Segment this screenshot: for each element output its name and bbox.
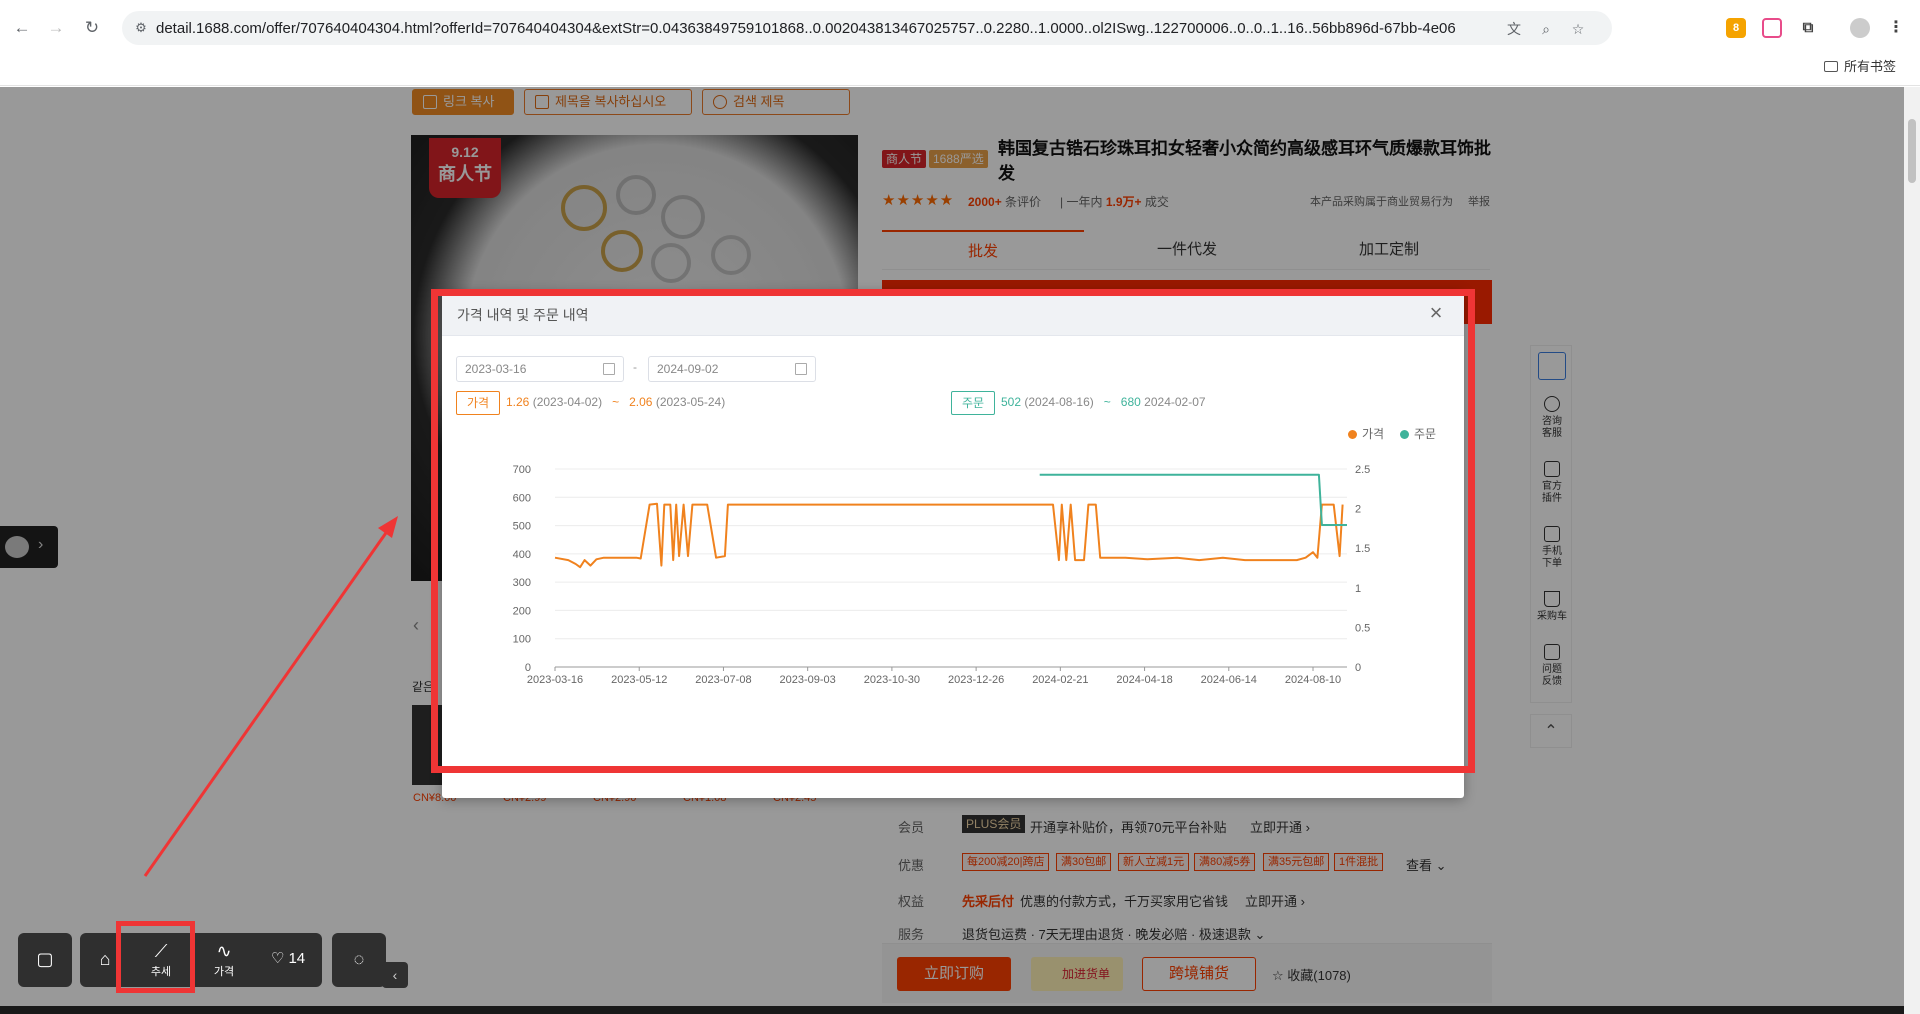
- favorite-count-button[interactable]: ♡ 14: [258, 933, 318, 987]
- zoom-icon[interactable]: ⌕: [1536, 19, 1556, 39]
- dock-chat[interactable]: ◌: [332, 933, 386, 987]
- profile-avatar[interactable]: [1850, 18, 1870, 38]
- highlight-box-modal: [431, 289, 1475, 773]
- heart-icon: ♡: [270, 950, 285, 967]
- dock-bag[interactable]: ▢: [18, 933, 72, 987]
- highlight-box-trend: [116, 921, 195, 993]
- dock-collapse-icon[interactable]: ‹: [382, 962, 408, 988]
- bookmark-star-icon[interactable]: ☆: [1568, 19, 1588, 39]
- reload-icon[interactable]: ↻: [80, 16, 104, 40]
- chat-bubble-icon: ◌: [353, 949, 365, 969]
- extension-badge-icon[interactable]: 8: [1726, 18, 1746, 38]
- price-wave-icon: ∿: [216, 941, 232, 961]
- translate-icon[interactable]: 文: [1504, 19, 1524, 39]
- menu-dots-icon[interactable]: ⋮: [1886, 18, 1906, 38]
- address-bar[interactable]: ⚙ detail.1688.com/offer/707640404304.htm…: [122, 11, 1612, 45]
- scrollbar[interactable]: [1904, 87, 1920, 1014]
- back-icon[interactable]: ←: [10, 16, 34, 40]
- price-button[interactable]: ∿ 가격: [196, 933, 252, 987]
- bag-icon: ▢: [36, 949, 54, 969]
- url-text[interactable]: detail.1688.com/offer/707640404304.html?…: [156, 20, 1456, 38]
- browser-chrome: ← → ↻ ⚙ detail.1688.com/offer/7076404043…: [0, 0, 1920, 86]
- forward-icon[interactable]: →: [44, 16, 68, 40]
- folder-icon: [1823, 61, 1838, 72]
- extension-pink-icon[interactable]: [1762, 18, 1782, 38]
- all-bookmarks[interactable]: 所有书签: [1823, 56, 1896, 75]
- extensions-puzzle-icon[interactable]: ⧉: [1798, 18, 1818, 38]
- scrollbar-thumb[interactable]: [1908, 119, 1916, 183]
- site-settings-icon[interactable]: ⚙: [132, 19, 150, 37]
